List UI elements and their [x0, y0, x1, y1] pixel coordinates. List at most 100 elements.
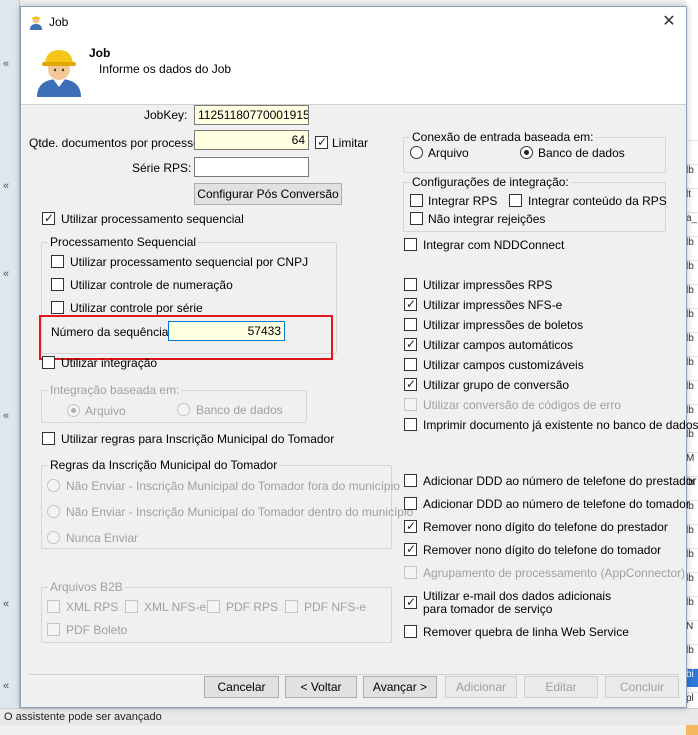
- xml-nfse-checkbox[interactable]: [125, 600, 138, 613]
- ddd-prestador-checkbox[interactable]: [404, 474, 417, 487]
- pdf-boleto-checkbox[interactable]: [47, 623, 60, 636]
- group-title: Processamento Sequencial: [48, 235, 199, 249]
- serie-rps-label: Série RPS:: [132, 161, 192, 175]
- background-status-bar: O assistente pode ser avançado: [0, 708, 698, 725]
- close-icon[interactable]: ✕: [656, 10, 682, 34]
- pdf-rps-checkbox[interactable]: [207, 600, 220, 613]
- conexao-banco-label: Banco de dados: [538, 146, 625, 160]
- jobkey-field[interactable]: 112511807700019151: [194, 105, 309, 125]
- group-title: Regras da Inscrição Municipal do Tomador: [48, 458, 280, 472]
- chevron-up-icon[interactable]: «: [3, 598, 9, 610]
- avancar-button[interactable]: Avançar >: [363, 676, 437, 698]
- campos-customizaveis-checkbox[interactable]: [404, 358, 417, 371]
- conversao-codigos-erro-checkbox[interactable]: [404, 398, 417, 411]
- background-list-item: N: [686, 620, 698, 639]
- controle-serie-checkbox[interactable]: [51, 301, 64, 314]
- campos-automaticos-label: Utilizar campos automáticos: [423, 338, 574, 352]
- agrupamento-processamento-label: Agrupamento de processamento (AppConnect…: [423, 566, 686, 580]
- processamento-sequencial-checkbox[interactable]: ✓: [42, 211, 55, 225]
- processamento-sequencial-label: Utilizar processamento sequencial: [61, 212, 244, 226]
- pdf-nfse-checkbox[interactable]: [285, 600, 298, 613]
- quebra-linha-checkbox[interactable]: [404, 625, 417, 638]
- footer-divider: [29, 674, 679, 675]
- limitar-label: Limitar: [332, 136, 369, 150]
- email-dados-adicionais-checkbox[interactable]: ✓: [404, 595, 417, 609]
- impressoes-boletos-label: Utilizar impressões de boletos: [423, 318, 584, 332]
- worker-avatar-icon: [37, 50, 81, 97]
- background-app-list: lb lt a_ lb lb lb lb lb lb lb lb lb Mlb lb lb lb lb lb Nlb…: [686, 0, 698, 735]
- nono-digito-prestador-label: Remover nono dígito do telefone do prest…: [423, 520, 668, 534]
- imprimir-existente-checkbox[interactable]: [404, 418, 417, 431]
- integrar-conteudo-rps-checkbox[interactable]: [509, 194, 522, 207]
- integracao-banco-radio[interactable]: [177, 403, 190, 416]
- controle-numeracao-checkbox[interactable]: [51, 278, 64, 291]
- utilizar-integracao-checkbox[interactable]: [42, 356, 55, 369]
- qtd-documentos-field[interactable]: 64: [194, 130, 309, 150]
- nono-digito-prestador-checkbox[interactable]: ✓: [404, 519, 417, 533]
- background-list-item: lb: [686, 572, 698, 591]
- integracao-arquivo-radio[interactable]: [67, 404, 80, 417]
- ddd-tomador-checkbox[interactable]: [404, 497, 417, 510]
- background-list-item: lb: [686, 284, 698, 303]
- nao-enviar-fora-radio[interactable]: [47, 479, 60, 492]
- nao-enviar-dentro-label: Não Enviar - Inscrição Municipal do Toma…: [66, 505, 414, 519]
- integracao-arquivo-label: Arquivo: [85, 404, 126, 418]
- background-list-item: a_: [686, 212, 698, 231]
- regras-inscricao-checkbox[interactable]: [42, 432, 55, 445]
- integrar-conteudo-rps-label: Integrar conteúdo da RPS: [528, 194, 667, 208]
- impressoes-nfse-checkbox[interactable]: ✓: [404, 297, 417, 311]
- ddd-prestador-label: Adicionar DDD ao número de telefone do p…: [423, 474, 697, 488]
- editar-button[interactable]: Editar: [524, 676, 598, 698]
- impressoes-boletos-checkbox[interactable]: [404, 318, 417, 331]
- chevron-up-icon[interactable]: «: [3, 410, 9, 422]
- xml-rps-checkbox[interactable]: [47, 600, 60, 613]
- nao-enviar-fora-label: Não Enviar - Inscrição Municipal do Toma…: [66, 479, 400, 493]
- nao-enviar-dentro-radio[interactable]: [47, 505, 60, 518]
- serie-rps-field[interactable]: [194, 157, 309, 177]
- nao-integrar-rejeicoes-checkbox[interactable]: [410, 212, 423, 225]
- adicionar-button[interactable]: Adicionar: [445, 676, 517, 698]
- campos-customizaveis-label: Utilizar campos customizáveis: [423, 358, 584, 372]
- ddd-tomador-label: Adicionar DDD ao número de telefone do t…: [423, 497, 690, 511]
- quebra-linha-label: Remover quebra de linha Web Service: [423, 625, 629, 639]
- nao-integrar-rejeicoes-label: Não integrar rejeições: [428, 212, 546, 226]
- conversao-codigos-erro-label: Utilizar conversão de códigos de erro: [423, 398, 622, 412]
- grupo-conversao-label: Utilizar grupo de conversão: [423, 378, 570, 392]
- jobkey-label: JobKey:: [144, 108, 188, 122]
- background-list-item: lb: [686, 332, 698, 351]
- numero-sequencia-field[interactable]: 57433: [168, 321, 285, 341]
- configurar-pos-conversao-button[interactable]: Configurar Pós Conversão: [194, 183, 342, 205]
- integracao-banco-label: Banco de dados: [196, 403, 283, 417]
- cancelar-button[interactable]: Cancelar: [204, 676, 279, 698]
- ndd-connect-checkbox[interactable]: [404, 238, 417, 251]
- pdf-rps-label: PDF RPS: [226, 600, 279, 614]
- impressoes-rps-label: Utilizar impressões RPS: [423, 278, 553, 292]
- background-list-item: lb: [686, 308, 698, 327]
- voltar-button[interactable]: < Voltar: [285, 676, 357, 698]
- concluir-button[interactable]: Concluir: [605, 676, 679, 698]
- integrar-rps-checkbox[interactable]: [410, 194, 423, 207]
- background-list-item: lb: [686, 596, 698, 615]
- title-bar: Job ✕: [21, 7, 686, 37]
- group-title: Conexão de entrada baseada em:: [410, 130, 596, 144]
- limitar-checkbox[interactable]: ✓: [315, 135, 328, 149]
- conexao-banco-radio[interactable]: [520, 146, 533, 159]
- group-title: Arquivos B2B: [48, 580, 125, 594]
- pdf-nfse-label: PDF NFS-e: [304, 600, 367, 614]
- regras-inscricao-label: Utilizar regras para Inscrição Municipal…: [61, 432, 335, 446]
- chevron-up-icon[interactable]: «: [3, 268, 9, 280]
- nunca-enviar-radio[interactable]: [47, 531, 60, 544]
- impressoes-rps-checkbox[interactable]: [404, 278, 417, 291]
- campos-automaticos-checkbox[interactable]: ✓: [404, 337, 417, 351]
- integrar-rps-label: Integrar RPS: [428, 194, 498, 208]
- chevron-up-icon[interactable]: «: [3, 180, 9, 192]
- chevron-up-icon[interactable]: «: [3, 680, 9, 692]
- nono-digito-tomador-checkbox[interactable]: ✓: [404, 542, 417, 556]
- email-dados-adicionais-label: Utilizar e-mail dos dados adicionais: [423, 589, 612, 603]
- chevron-up-icon[interactable]: «: [3, 58, 9, 70]
- conexao-arquivo-radio[interactable]: [410, 146, 423, 159]
- background-list-item: lb: [686, 524, 698, 543]
- agrupamento-processamento-checkbox[interactable]: [404, 566, 417, 579]
- grupo-conversao-checkbox[interactable]: ✓: [404, 377, 417, 391]
- sequencial-cnpj-checkbox[interactable]: [51, 255, 64, 268]
